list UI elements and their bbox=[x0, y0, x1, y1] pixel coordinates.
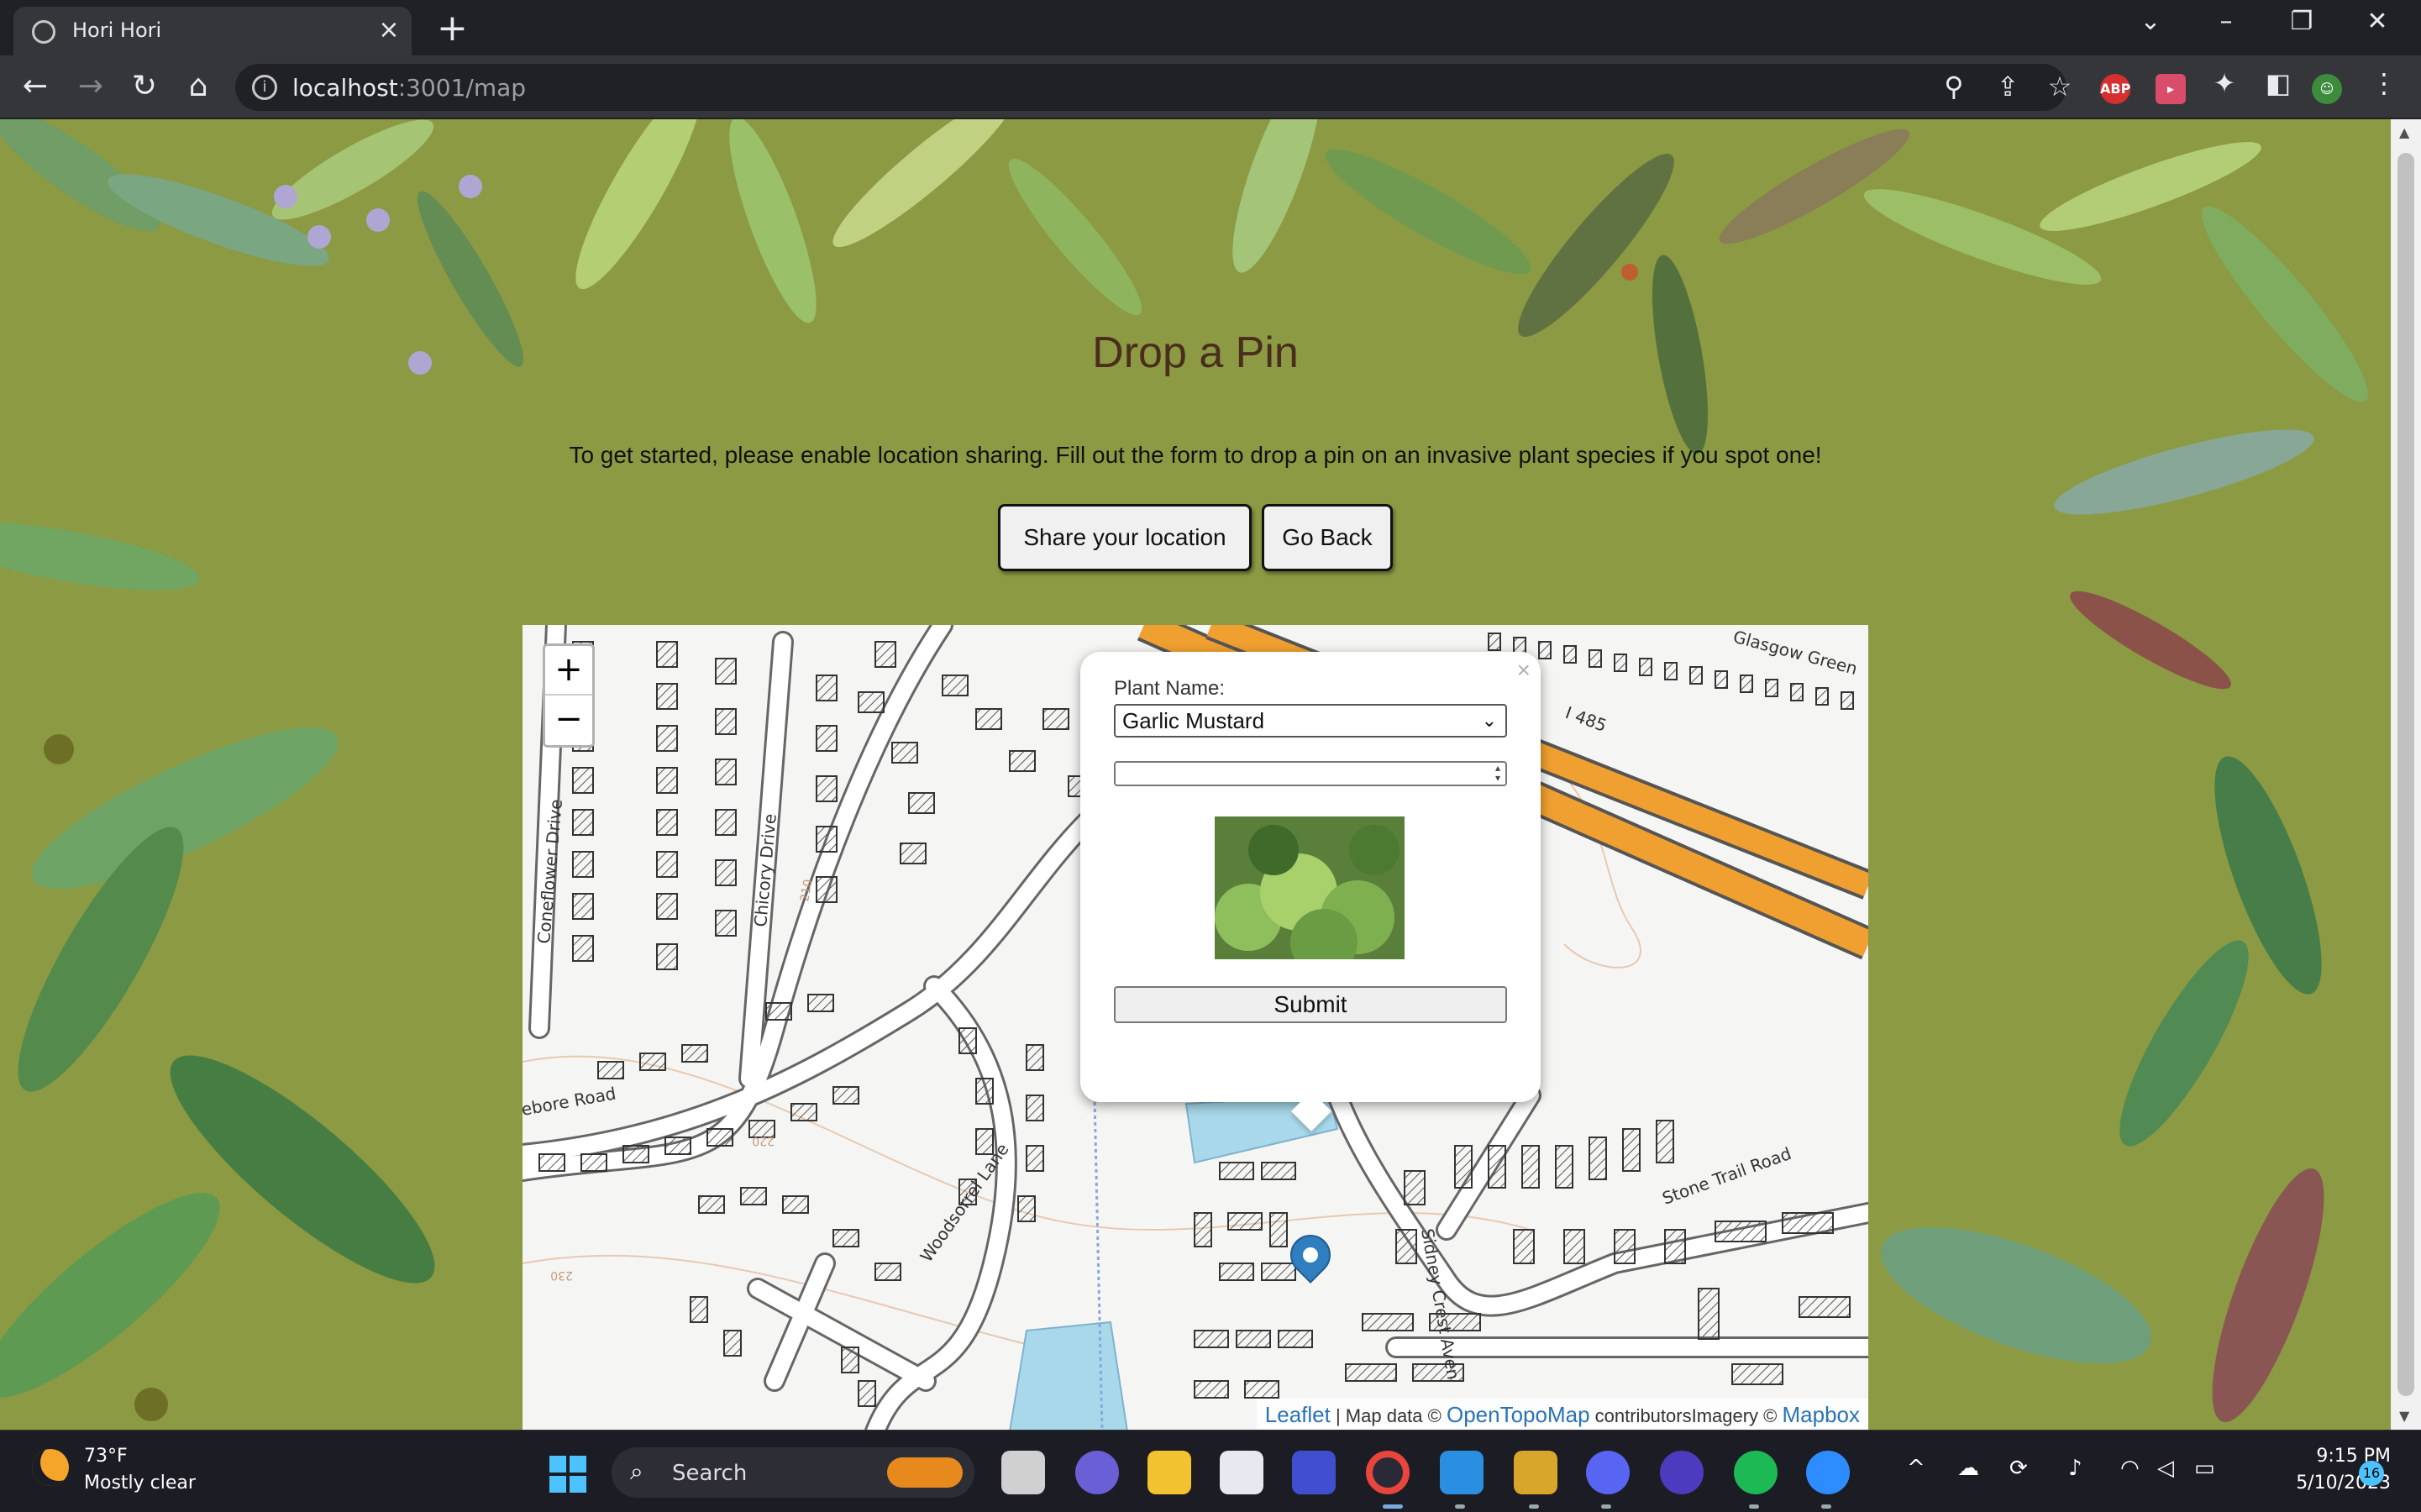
zoom-control: + − bbox=[543, 643, 595, 748]
taskbar-search[interactable]: ⌕ Search bbox=[612, 1447, 974, 1498]
vscode-icon[interactable] bbox=[1440, 1451, 1484, 1494]
plant-name-label: Plant Name: bbox=[1114, 677, 1226, 700]
microphone-icon[interactable]: ♪ bbox=[2068, 1456, 2082, 1481]
taskbar-search-label: Search bbox=[672, 1461, 748, 1486]
street-label: I 485 bbox=[1562, 702, 1610, 736]
adblock-extension-icon[interactable]: ABP bbox=[2100, 74, 2130, 104]
url-text: localhost:3001/map bbox=[292, 74, 527, 102]
moon-weather-icon[interactable] bbox=[32, 1449, 69, 1486]
intro-text: To get started, please enable location s… bbox=[569, 442, 1822, 468]
page-title: Drop a Pin bbox=[1092, 328, 1299, 377]
map-attribution: Leaflet | Map data © OpenTopoMap contrib… bbox=[1256, 1399, 1868, 1430]
pin-form-popup: × Plant Name: Garlic Mustard ⌄ ▴ ▾ Submi… bbox=[1080, 652, 1541, 1132]
new-tab-icon[interactable]: + bbox=[437, 7, 468, 50]
search-icon: ⌕ bbox=[630, 1457, 643, 1485]
browser-toolbar: ← → ↻ ⌂ i localhost:3001/map ⚲ ⇪ ☆ ABP ▸… bbox=[0, 55, 2421, 119]
site-info-icon[interactable]: i bbox=[252, 75, 277, 100]
zoom-in-button[interactable]: + bbox=[545, 646, 592, 696]
discord-icon[interactable] bbox=[1586, 1451, 1630, 1494]
plant-photo-image bbox=[1215, 816, 1405, 959]
scrollbar-thumb[interactable] bbox=[2397, 153, 2414, 1396]
active-app-indicator bbox=[1383, 1504, 1403, 1509]
attribution-text: | Map data © bbox=[1330, 1405, 1447, 1426]
wifi-icon[interactable]: ◠ bbox=[2120, 1456, 2140, 1481]
extensions-puzzle-icon[interactable]: ✦ bbox=[2206, 67, 2243, 99]
side-panel-icon[interactable]: ◧ bbox=[2260, 67, 2297, 99]
address-bar[interactable]: i localhost:3001/map ⚲ ⇪ ☆ bbox=[235, 64, 2072, 111]
attribution-text: contributorsImagery © bbox=[1589, 1405, 1783, 1426]
extension-badge-icon[interactable]: ▸ bbox=[2156, 74, 2186, 104]
browser-tab-bar: Hori Hori × + ⌄ – ❐ ✕ bbox=[0, 0, 2421, 55]
tab-close-icon[interactable]: × bbox=[375, 15, 403, 45]
tab-search-icon[interactable]: ⌄ bbox=[2125, 7, 2176, 36]
share-icon[interactable]: ⇪ bbox=[1989, 71, 2026, 102]
page-body: Drop a Pin To get started, please enable… bbox=[0, 119, 2391, 1430]
spinner-arrows-icon[interactable]: ▴ ▾ bbox=[1495, 763, 1500, 783]
microsoft-store-icon[interactable] bbox=[1220, 1451, 1263, 1494]
minimize-icon[interactable]: – bbox=[2201, 7, 2251, 36]
weather-description[interactable]: Mostly clear bbox=[84, 1473, 196, 1494]
zoom-out-button[interactable]: − bbox=[545, 696, 592, 745]
plant-name-select[interactable]: Garlic Mustard ⌄ bbox=[1114, 704, 1507, 738]
map-pin-dot bbox=[1303, 1247, 1318, 1263]
search-highlight-icon bbox=[887, 1457, 963, 1488]
street-label: Stone Trail Road bbox=[1660, 1143, 1794, 1209]
app-indicator bbox=[1601, 1504, 1611, 1509]
file-explorer-icon[interactable] bbox=[1147, 1451, 1191, 1494]
mapbox-link[interactable]: Mapbox bbox=[1783, 1402, 1861, 1427]
teams-chat-icon[interactable] bbox=[1075, 1451, 1119, 1494]
close-window-icon[interactable]: ✕ bbox=[2352, 7, 2403, 36]
go-back-button[interactable]: Go Back bbox=[1262, 504, 1393, 571]
app-icon[interactable] bbox=[1660, 1451, 1704, 1494]
bookmark-star-icon[interactable]: ☆ bbox=[2041, 71, 2078, 102]
page-scrollbar[interactable]: ▲ ▼ bbox=[2391, 119, 2421, 1430]
sync-icon[interactable]: ⟳ bbox=[2009, 1456, 2028, 1481]
contour-label: 220 bbox=[752, 1134, 775, 1147]
chevron-down-icon: ⌄ bbox=[1481, 710, 1497, 731]
location-icon[interactable]: ⚲ bbox=[1935, 71, 1972, 102]
opentopomap-link[interactable]: OpenTopoMap bbox=[1447, 1402, 1590, 1427]
reload-icon[interactable]: ↻ bbox=[124, 69, 165, 103]
git-client-icon[interactable] bbox=[1514, 1451, 1557, 1494]
browser-tab[interactable]: Hori Hori × bbox=[13, 7, 412, 55]
popup-close-icon[interactable]: × bbox=[1517, 657, 1531, 684]
zoom-icon[interactable] bbox=[1806, 1451, 1850, 1494]
start-windows-icon[interactable] bbox=[549, 1456, 586, 1493]
map-container[interactable]: Coneflower Drive Chicory Drive Glasgow G… bbox=[523, 625, 1868, 1430]
forward-icon[interactable]: → bbox=[71, 69, 111, 103]
chevron-up-icon[interactable]: ^ bbox=[1907, 1456, 1925, 1481]
leaflet-link[interactable]: Leaflet bbox=[1265, 1402, 1331, 1427]
app-indicator bbox=[1455, 1504, 1465, 1509]
street-label: Glasgow Green bbox=[1731, 627, 1860, 680]
app-icon[interactable] bbox=[1292, 1451, 1336, 1494]
app-indicator bbox=[1749, 1504, 1759, 1509]
volume-icon[interactable]: ◁ bbox=[2157, 1456, 2174, 1481]
contour-label: 230 bbox=[550, 1268, 573, 1282]
share-location-button[interactable]: Share your location bbox=[998, 504, 1252, 571]
plant-name-selected: Garlic Mustard bbox=[1122, 708, 1265, 733]
back-icon[interactable]: ← bbox=[15, 69, 55, 103]
weather-temperature[interactable]: 73°F bbox=[84, 1446, 128, 1467]
scroll-up-icon[interactable]: ▲ bbox=[2399, 124, 2409, 140]
onedrive-cloud-icon[interactable]: ☁ bbox=[1957, 1456, 1979, 1481]
plant-photo bbox=[1215, 816, 1405, 959]
menu-kebab-icon[interactable]: ⋮ bbox=[2366, 67, 2403, 99]
notification-badge[interactable]: 16 bbox=[2359, 1461, 2384, 1486]
tab-title: Hori Hori bbox=[72, 18, 162, 42]
battery-icon[interactable]: ▭ bbox=[2194, 1456, 2215, 1481]
restore-icon[interactable]: ❐ bbox=[2277, 7, 2327, 36]
street-label: ebore Road bbox=[523, 1084, 617, 1120]
app-indicator bbox=[1821, 1504, 1831, 1509]
profile-avatar[interactable]: ☺ bbox=[2312, 74, 2342, 104]
chrome-icon[interactable] bbox=[1366, 1451, 1410, 1494]
windows-taskbar: 73°F Mostly clear ⌕ Search ^ ☁ ⟳ ♪ ◠ ◁ ▭… bbox=[0, 1430, 2421, 1512]
globe-icon bbox=[32, 20, 55, 44]
spotify-icon[interactable] bbox=[1734, 1451, 1778, 1494]
scroll-down-icon[interactable]: ▼ bbox=[2399, 1408, 2409, 1424]
home-icon[interactable]: ⌂ bbox=[178, 69, 218, 103]
quantity-input[interactable]: ▴ ▾ bbox=[1114, 761, 1507, 786]
app-indicator bbox=[1529, 1504, 1539, 1509]
task-view-icon[interactable] bbox=[1001, 1451, 1045, 1494]
submit-button[interactable]: Submit bbox=[1114, 986, 1507, 1023]
